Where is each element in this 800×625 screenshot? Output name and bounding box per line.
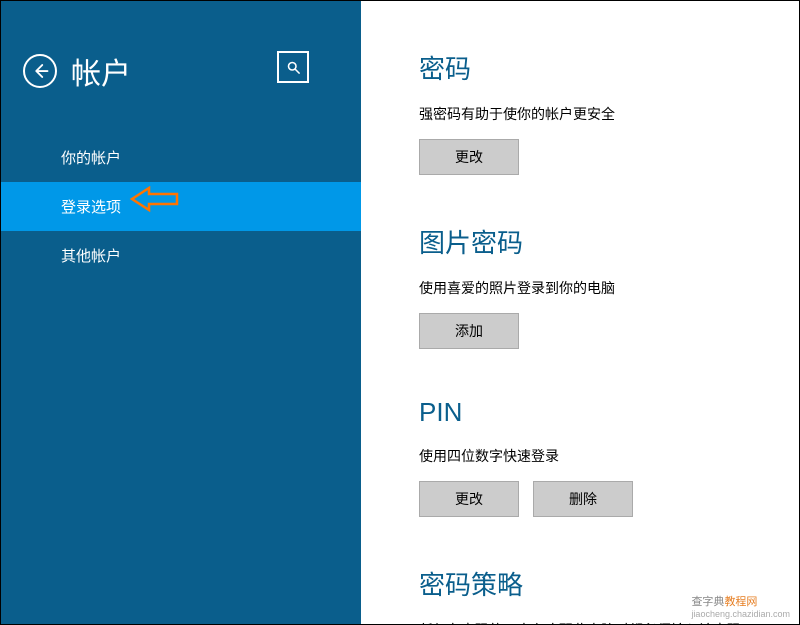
sidebar-item-label: 登录选项 <box>61 199 121 216</box>
search-button[interactable] <box>277 51 309 83</box>
sidebar-item-other-accounts[interactable]: 其他帐户 <box>1 231 361 280</box>
section-picture-password: 图片密码 使用喜爱的照片登录到你的电脑 添加 <box>419 223 769 349</box>
page-title: 帐户 <box>71 49 131 93</box>
section-title: 图片密码 <box>419 223 769 260</box>
section-desc: 使用四位数字快速登录 <box>419 446 769 467</box>
section-pin: PIN 使用四位数字快速登录 更改 删除 <box>419 397 769 517</box>
picture-password-add-button[interactable]: 添加 <box>419 313 519 349</box>
pin-change-button[interactable]: 更改 <box>419 481 519 517</box>
section-title: 密码策略 <box>419 565 769 602</box>
section-title: PIN <box>419 397 769 428</box>
nav-list: 你的帐户 登录选项 其他帐户 <box>1 133 361 280</box>
search-icon <box>286 60 301 75</box>
back-arrow-icon <box>31 62 49 80</box>
sidebar-item-your-account[interactable]: 你的帐户 <box>1 133 361 182</box>
section-password-policy: 密码策略 任何有密码的用户在唤醒此电脑时都必须输入该密码。 更改 <box>419 565 769 624</box>
back-button[interactable] <box>23 54 57 88</box>
sidebar-item-label: 你的帐户 <box>61 150 121 167</box>
password-change-button[interactable]: 更改 <box>419 139 519 175</box>
section-title: 密码 <box>419 49 769 86</box>
sidebar-header: 帐户 <box>1 49 361 93</box>
pin-delete-button[interactable]: 删除 <box>533 481 633 517</box>
section-desc: 任何有密码的用户在唤醒此电脑时都必须输入该密码。 <box>419 620 769 624</box>
section-desc: 使用喜爱的照片登录到你的电脑 <box>419 278 769 299</box>
sidebar-item-signin-options[interactable]: 登录选项 <box>1 182 361 231</box>
content-area: 密码 强密码有助于使你的帐户更安全 更改 图片密码 使用喜爱的照片登录到你的电脑… <box>361 1 799 624</box>
section-password: 密码 强密码有助于使你的帐户更安全 更改 <box>419 49 769 175</box>
settings-sidebar: 帐户 你的帐户 登录选项 其他帐户 <box>1 1 361 624</box>
section-desc: 强密码有助于使你的帐户更安全 <box>419 104 769 125</box>
annotation-arrow-signin <box>129 186 179 212</box>
sidebar-item-label: 其他帐户 <box>61 248 121 265</box>
